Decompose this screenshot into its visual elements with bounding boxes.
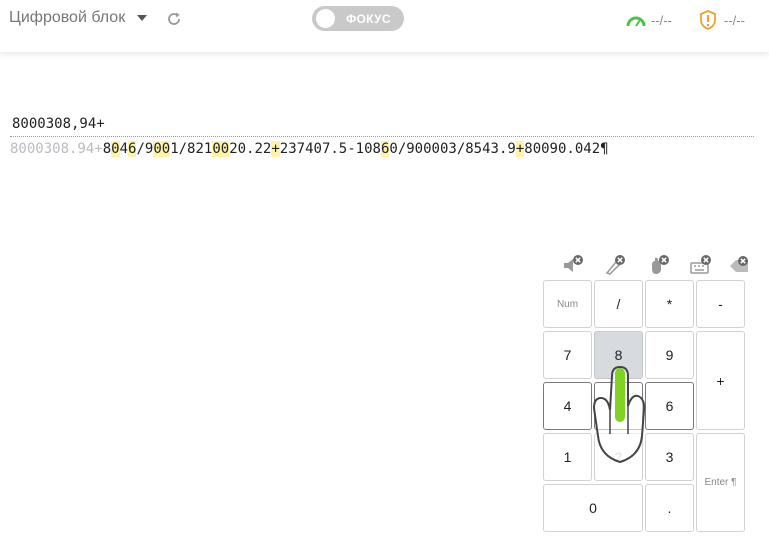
key-3[interactable]: 3 <box>645 433 694 481</box>
highlighted-chars: 0 <box>111 141 120 157</box>
sound-off-icon[interactable] <box>562 255 584 275</box>
highlighted-chars: + <box>515 141 525 157</box>
key-6[interactable]: 6 <box>645 382 694 430</box>
plus-key[interactable]: + <box>696 331 745 430</box>
reload-icon[interactable] <box>165 10 183 28</box>
focus-label: ФОКУС <box>346 12 391 26</box>
top-bar: Цифровой блок ФОКУС --/-- --/-- <box>0 0 769 52</box>
plain-chars: 237407.5-108 <box>279 141 381 157</box>
toggle-knob <box>316 9 335 28</box>
keyboard-off-icon[interactable] <box>690 255 712 275</box>
speed-value: --/-- <box>651 13 672 28</box>
multiply-key[interactable]: * <box>645 280 694 328</box>
divider <box>10 136 754 137</box>
plain-chars: 0/900003/8543.9 <box>389 141 516 157</box>
highlighted-chars: 00 <box>153 141 171 157</box>
hand-off-icon[interactable] <box>648 255 670 275</box>
input-line[interactable]: 8000308,94+ <box>12 116 105 132</box>
backspace-off-icon[interactable] <box>728 255 750 275</box>
highlighted-chars: + <box>271 141 280 157</box>
hand-guide-icon <box>592 365 646 464</box>
decimal-key[interactable]: . <box>645 484 694 532</box>
enter-key[interactable]: Enter ¶ <box>696 433 745 532</box>
speedometer-icon <box>626 16 646 27</box>
key-0[interactable]: 0 <box>543 484 643 532</box>
key-4[interactable]: 4 <box>543 382 592 430</box>
plain-chars: 1/821 <box>170 141 213 157</box>
numlock-key[interactable]: Num <box>543 280 592 328</box>
mode-title[interactable]: Цифровой блок <box>9 9 125 27</box>
errors-value: --/-- <box>724 13 745 28</box>
plain-chars: 80090.042¶ <box>524 141 609 157</box>
error-shield-icon <box>700 10 716 30</box>
highlighted-chars: 00 <box>212 141 230 157</box>
minus-key[interactable]: - <box>696 280 745 328</box>
plain-chars: 20.22 <box>229 141 272 157</box>
plain-chars: 4 <box>119 141 129 157</box>
plain-chars: /9 <box>136 141 154 157</box>
remaining-text: 8046/9001/8210020.22+237407.5-10860/9000… <box>103 141 609 157</box>
hint-off-icon[interactable] <box>604 255 626 275</box>
typed-text: 8000308.94+ <box>10 141 103 157</box>
focus-toggle[interactable]: ФОКУС <box>312 6 404 31</box>
plain-chars: 8 <box>102 141 112 157</box>
key-7[interactable]: 7 <box>543 331 592 379</box>
key-1[interactable]: 1 <box>543 433 592 481</box>
chevron-down-icon[interactable] <box>137 15 147 21</box>
lesson-line: 8000308.94+8046/9001/8210020.22+237407.5… <box>10 141 609 157</box>
key-9[interactable]: 9 <box>645 331 694 379</box>
divide-key[interactable]: / <box>594 280 643 328</box>
